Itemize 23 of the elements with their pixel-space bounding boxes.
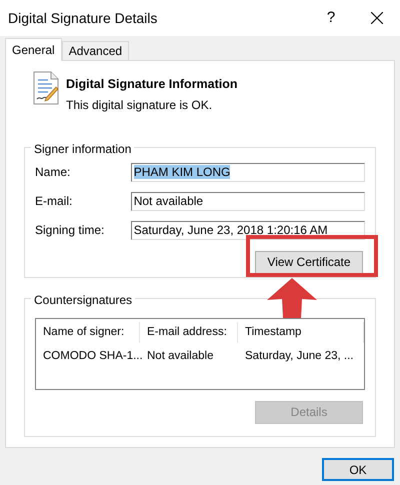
window-title: Digital Signature Details	[8, 8, 158, 28]
column-header[interactable]: E-mail address:	[140, 322, 238, 343]
tab[interactable]: General	[5, 38, 62, 61]
list-cell-text: Not available	[146, 349, 214, 364]
signed-document-icon	[32, 71, 60, 105]
text-field[interactable]: PHAM KIM LONG	[130, 162, 365, 182]
ok-button[interactable]: OK	[322, 458, 394, 481]
header-title: Digital Signature Information	[66, 76, 238, 93]
column-header[interactable]: Name of signer:	[36, 322, 140, 343]
text-field[interactable]: Saturday, June 23, 2018 1:20:16 AM	[130, 220, 365, 240]
field-label: Name:	[35, 164, 72, 182]
field-label: E-mail:	[35, 193, 74, 210]
column-header[interactable]: Timestamp	[238, 322, 364, 343]
help-button[interactable]: ?	[308, 6, 354, 30]
list-cell-text: COMODO SHA-1...	[42, 349, 140, 364]
tab[interactable]: Advanced	[62, 41, 130, 60]
status-message: This digital signature is OK.	[66, 96, 214, 114]
close-icon	[371, 12, 383, 24]
view-certificate-button[interactable]: View Certificate	[255, 250, 363, 274]
list-cell-text: Saturday, June 23, ...	[244, 349, 354, 364]
arrow	[267, 278, 317, 318]
text-field[interactable]: Not available	[130, 192, 365, 211]
field-label: Signing time:	[35, 222, 106, 240]
